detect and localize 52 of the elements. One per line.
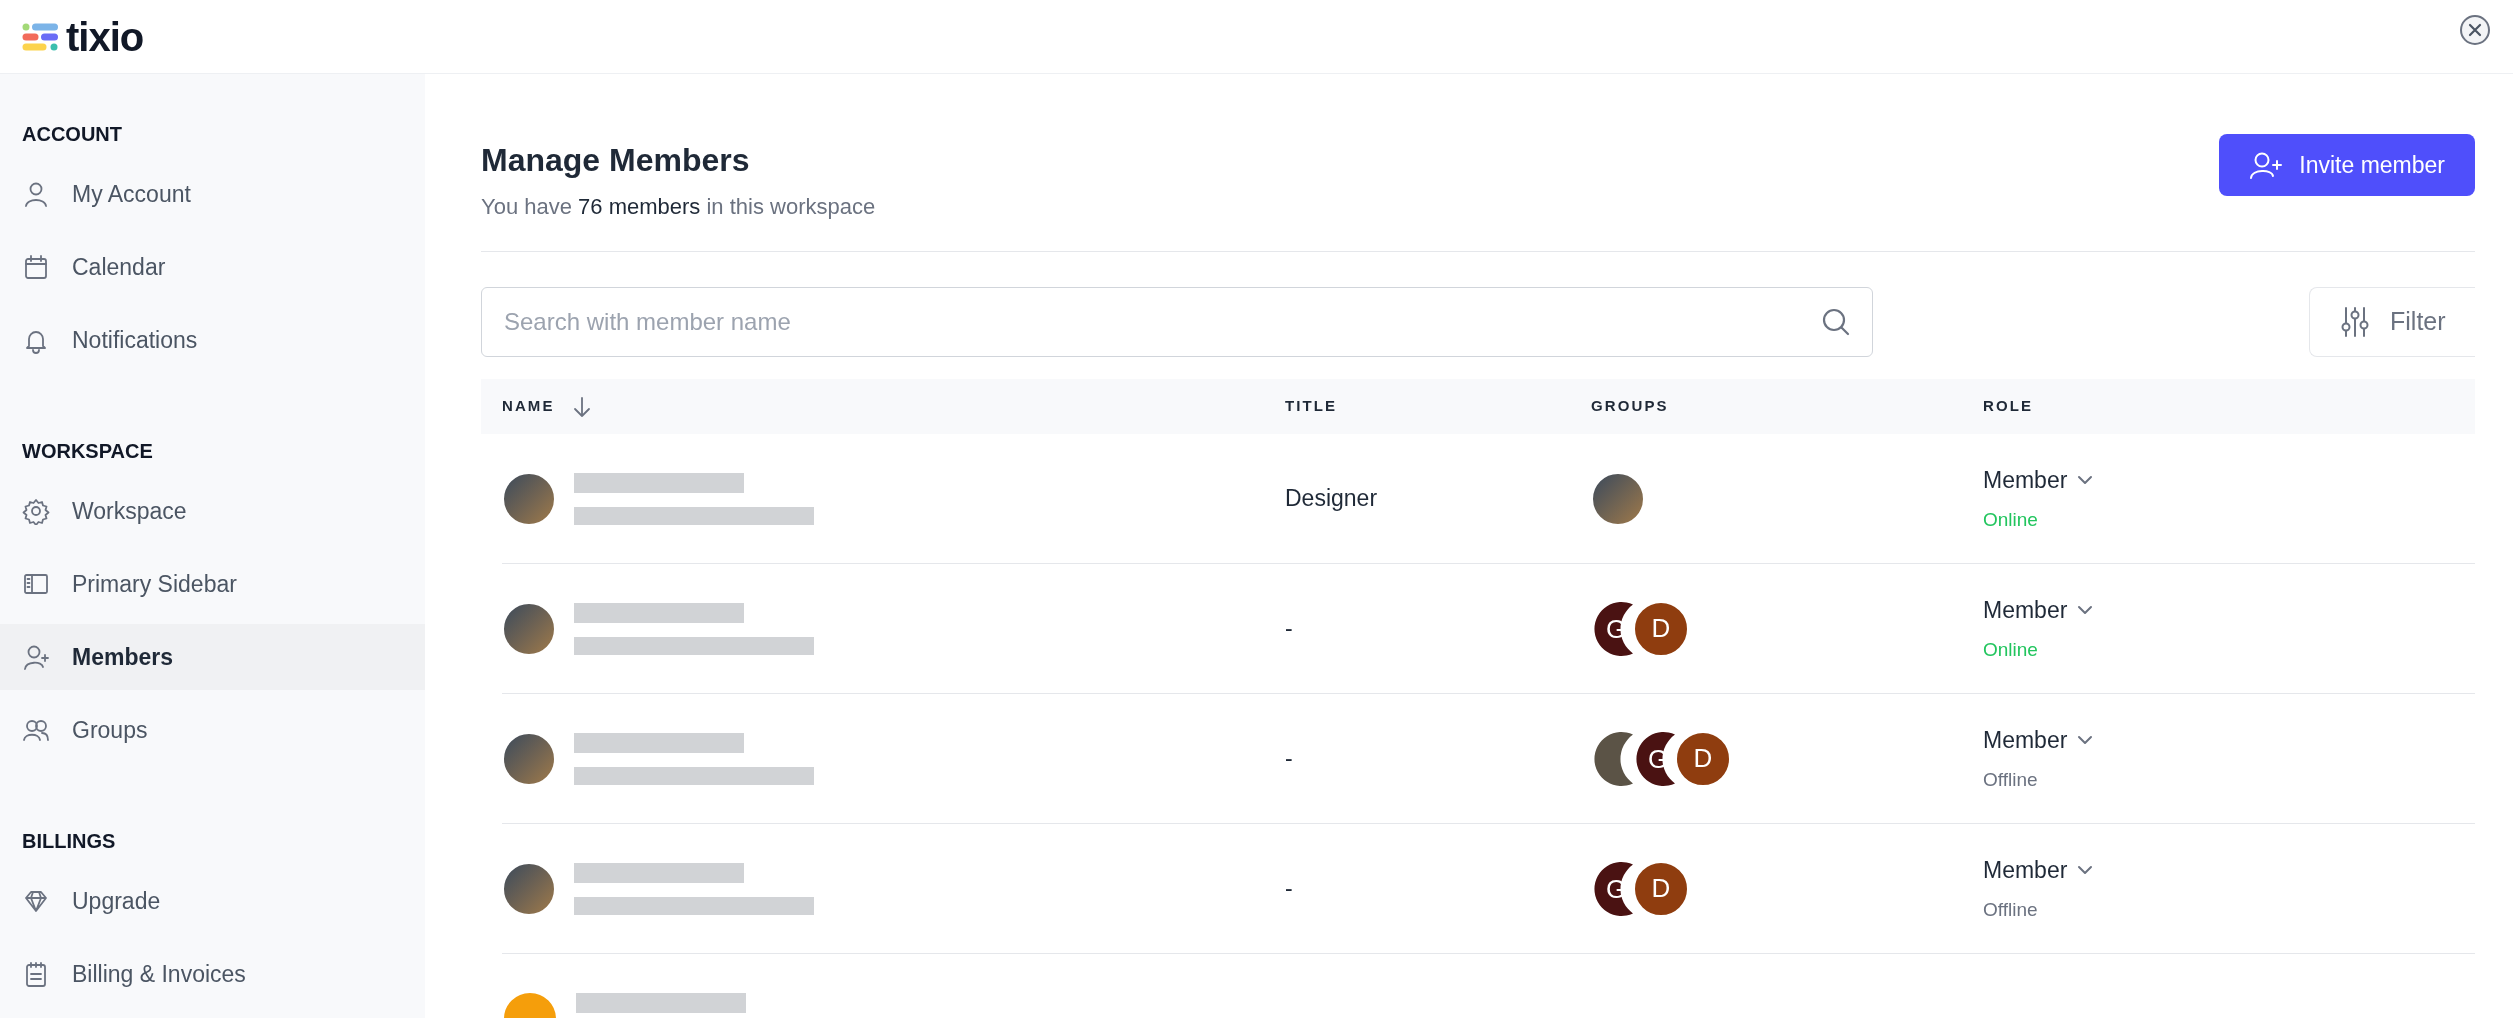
title-text: - xyxy=(1285,875,1293,902)
sidebar-item[interactable]: Workspace xyxy=(0,478,425,544)
group-avatar[interactable]: D xyxy=(1675,730,1731,787)
sort-arrow-icon[interactable] xyxy=(572,395,591,418)
chevron-down-icon xyxy=(2077,605,2094,616)
group-avatar[interactable]: D xyxy=(1633,600,1689,657)
title-text: - xyxy=(1285,615,1293,642)
section-heading: BILLINGS xyxy=(21,829,117,854)
person-plus-icon xyxy=(2249,150,2284,180)
sidebar-item[interactable]: Members xyxy=(0,624,425,690)
sidebar-item[interactable]: Upgrade xyxy=(0,868,425,934)
sliders-icon xyxy=(2340,306,2370,338)
logo-text: tixio xyxy=(66,16,144,57)
status-text: Online xyxy=(1983,507,2038,532)
status-text: Online xyxy=(1983,637,2038,662)
chevron-down-icon xyxy=(2077,865,2094,876)
sidebar-item[interactable]: My Account xyxy=(0,161,425,227)
column-header[interactable]: NAME xyxy=(502,395,555,418)
column-header[interactable]: GROUPS xyxy=(1591,395,1669,418)
sidebar-item[interactable]: Calendar xyxy=(0,234,425,300)
section-heading: WORKSPACE xyxy=(21,439,154,464)
search-icon xyxy=(1821,307,1851,337)
search-field[interactable]: Search with member name xyxy=(481,287,1873,357)
invite-member-button[interactable]: Invite member xyxy=(2219,134,2475,196)
close-icon[interactable] xyxy=(2459,13,2491,46)
section-heading: ACCOUNT xyxy=(21,122,123,147)
sidebar-item[interactable]: Notifications xyxy=(0,307,425,373)
title-text: - xyxy=(1285,745,1293,772)
role-dropdown[interactable]: Member xyxy=(1983,463,2094,498)
title-text: Designer xyxy=(1285,485,1378,512)
chevron-down-icon xyxy=(2077,475,2094,486)
role-dropdown[interactable]: Member xyxy=(1983,853,2094,888)
person-icon xyxy=(22,180,50,208)
person-plus-icon xyxy=(22,643,50,671)
status-text: Offline xyxy=(1983,767,2038,792)
member-count-text: You have 76 members in this workspace xyxy=(481,193,876,221)
logo-icon xyxy=(22,22,60,51)
gear-icon xyxy=(22,497,50,525)
page-title: Manage Members xyxy=(481,141,751,180)
group-avatar[interactable]: D xyxy=(1633,860,1689,917)
column-header[interactable]: TITLE xyxy=(1285,395,1338,418)
sidebar-item[interactable]: Groups xyxy=(0,697,425,763)
role-dropdown[interactable]: Member xyxy=(1983,723,2094,758)
filter-button[interactable]: Filter xyxy=(2309,287,2475,357)
role-dropdown[interactable]: Member xyxy=(1983,593,2094,628)
sidebar-item[interactable]: Primary Sidebar xyxy=(0,551,425,617)
column-header[interactable]: ROLE xyxy=(1983,395,2034,418)
sidebar-item[interactable]: Billing & Invoices xyxy=(0,941,425,1007)
photo-placeholder xyxy=(1591,730,1633,787)
chevron-down-icon xyxy=(2077,735,2094,746)
status-text: Offline xyxy=(1983,897,2038,922)
calendar-icon xyxy=(22,253,50,281)
